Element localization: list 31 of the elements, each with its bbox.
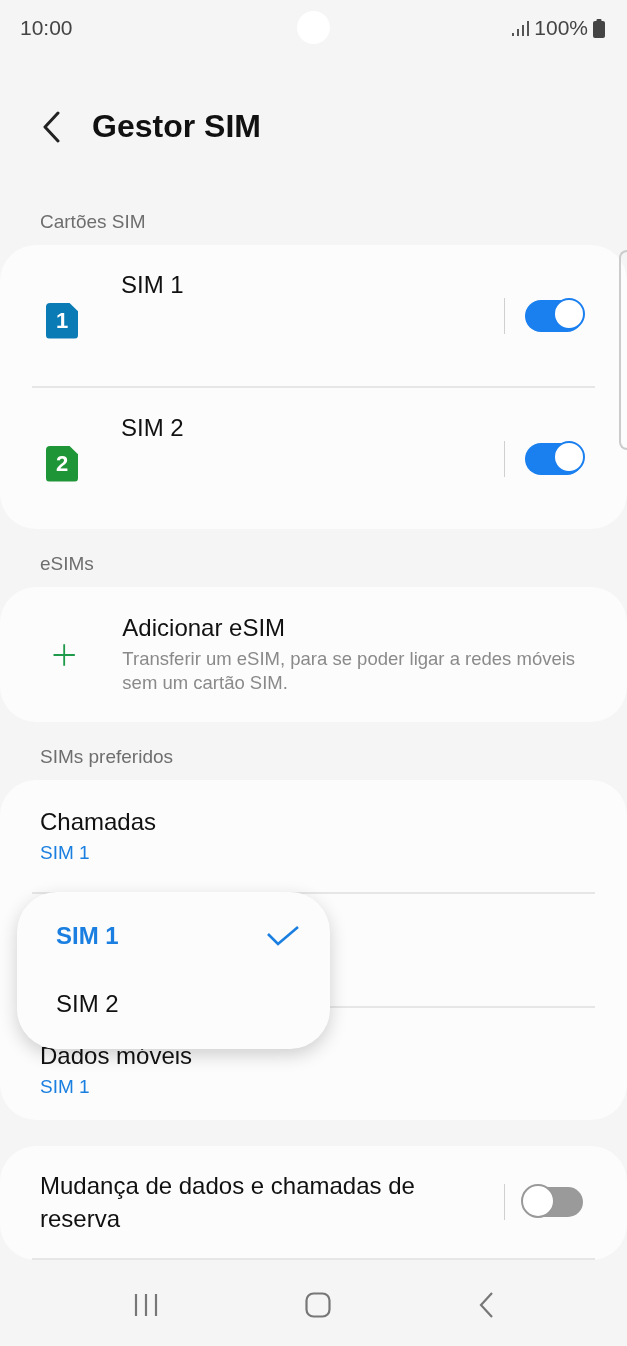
sim-row[interactable]: 2 SIM 2 [0,388,627,529]
sim-card-icon: 2 [46,445,78,482]
status-time: 10:00 [20,16,73,40]
section-label: SIMs preferidos [39,745,175,769]
menu-option[interactable]: SIM 2 [17,970,330,1038]
row-description: Transferir um eSIM, para se poder ligar a redes móveis sem um cartão SIM. [122,647,577,695]
section-label: Cartões SIM [39,210,147,234]
row-title: Chamadas [40,808,158,836]
toggle-switch[interactable] [525,299,583,332]
switch-row[interactable]: Mudança de dados e chamadas de reserva [0,1146,627,1258]
recent-apps-icon[interactable] [133,1292,160,1318]
section-label: eSIMs [39,552,95,576]
row-title: Adicionar eSIM [122,614,287,642]
menu-option[interactable]: SIM 1 [17,902,330,970]
row-value: SIM 1 [40,1076,91,1098]
toggle-switch[interactable] [525,442,583,475]
home-icon[interactable] [305,1292,332,1318]
row-value: SIM 1 [40,842,91,864]
add-esim-row[interactable]: Adicionar eSIM Transferir um eSIM, para se poder ligar a redes móveis sem um cartão SIM. [0,587,627,722]
sim-name: SIM 1 [121,271,184,299]
sim-row[interactable]: 1 SIM 1 [0,245,627,386]
row-title: Mudança de dados e chamadas de reserva [40,1171,416,1234]
row-title: Dados móveis [40,1042,194,1070]
signal-icon [512,20,530,36]
battery-icon [593,18,605,38]
sim-card-icon: 1 [46,302,78,339]
battery-percent: 100% [534,16,588,40]
check-icon [266,925,300,947]
page-title: Gestor SIM [92,108,261,145]
sim-name: SIM 2 [121,414,184,442]
back-icon[interactable] [42,110,60,143]
